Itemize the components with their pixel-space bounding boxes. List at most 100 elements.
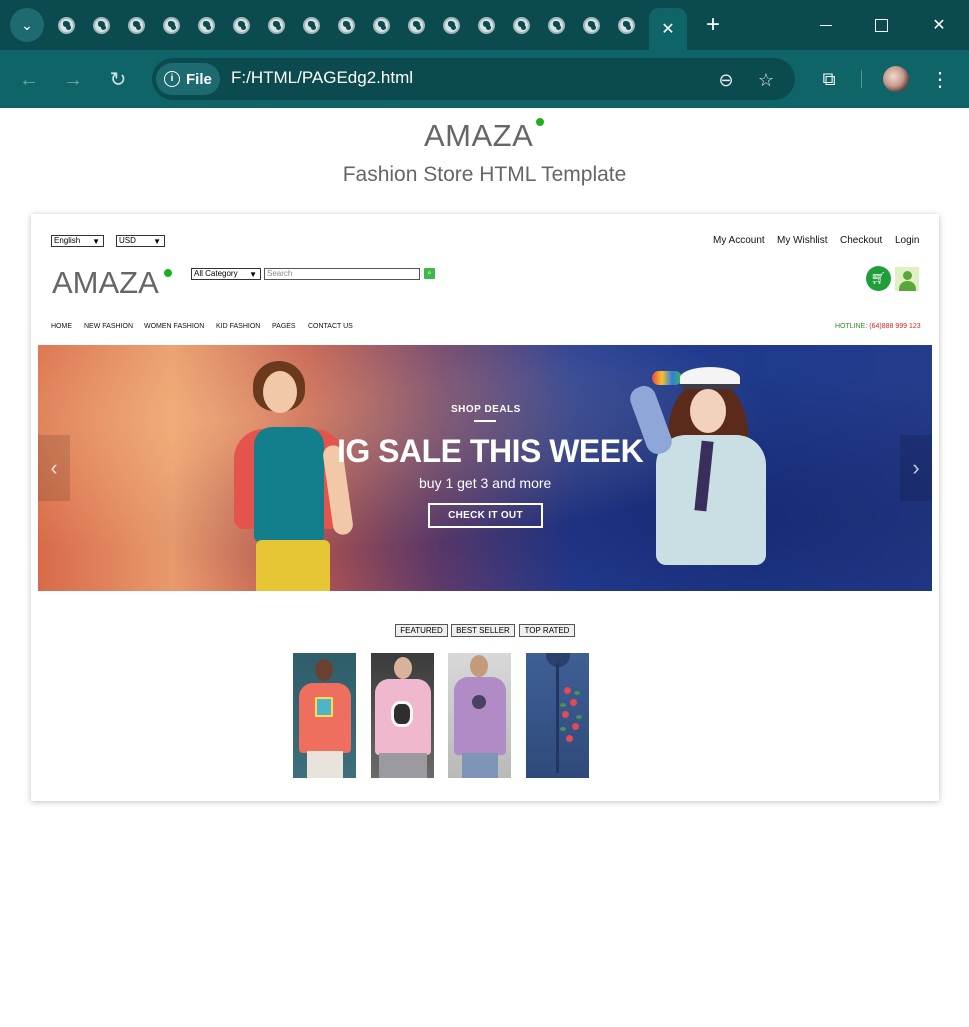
product-card-denim-shirt[interactable] <box>526 653 589 778</box>
embroidery-leaf <box>560 703 566 707</box>
chevron-down-icon: ▼ <box>153 237 161 246</box>
embroidery-leaf <box>574 691 580 695</box>
logo-dot <box>536 118 544 126</box>
product-pants <box>307 751 343 778</box>
product-card-lilac-tee[interactable] <box>448 653 511 778</box>
globe-icon <box>512 16 530 34</box>
globe-icon <box>197 16 215 34</box>
product-jeans <box>462 753 498 778</box>
embroidery-flower <box>572 723 579 730</box>
embroidery-flower <box>570 699 577 706</box>
url-text[interactable]: F:/HTML/PAGEdg2.html <box>231 68 413 88</box>
browser-tab[interactable] <box>541 10 571 40</box>
my-wishlist-link[interactable]: My Wishlist <box>777 235 828 246</box>
globe-icon <box>232 16 250 34</box>
browser-tab[interactable] <box>401 10 431 40</box>
browser-tab[interactable] <box>506 10 536 40</box>
site-info-chip[interactable]: i File <box>156 63 220 95</box>
browser-tab[interactable] <box>611 10 641 40</box>
globe-icon <box>302 16 320 34</box>
nav-pages[interactable]: PAGES <box>272 323 296 330</box>
zoom-out-icon[interactable]: ⊖ <box>712 66 740 94</box>
my-account-link[interactable]: My Account <box>713 235 765 246</box>
active-tab-close-button[interactable]: ✕ <box>649 8 687 50</box>
browser-tab[interactable] <box>296 10 326 40</box>
globe-icon <box>442 16 460 34</box>
bookmark-star-icon[interactable]: ☆ <box>752 66 780 94</box>
tab-featured[interactable]: FEATURED <box>395 624 448 637</box>
browser-tab[interactable] <box>261 10 291 40</box>
product-card-coral-tee[interactable] <box>293 653 356 778</box>
extensions-puzzle-icon[interactable]: ⧉ <box>815 65 843 93</box>
search-input[interactable]: Search <box>264 268 420 280</box>
globe-icon <box>582 16 600 34</box>
tab-best-seller[interactable]: BEST SELLER <box>451 624 515 637</box>
nav-new-fashion[interactable]: NEW FASHION <box>84 323 133 330</box>
cart-button[interactable]: 🛒︎ <box>866 266 891 291</box>
embroidery-leaf <box>576 715 582 719</box>
login-link[interactable]: Login <box>895 235 919 246</box>
hero-banner[interactable]: SHOP DEALS IG SALE THIS WEEK buy 1 get 3… <box>38 345 932 591</box>
profile-avatar[interactable] <box>883 66 909 92</box>
model-right-hat <box>680 367 740 389</box>
globe-icon <box>407 16 425 34</box>
currency-value: USD <box>119 236 136 245</box>
browser-tab[interactable] <box>226 10 256 40</box>
browser-tab[interactable] <box>366 10 396 40</box>
category-value: All Category <box>194 269 238 278</box>
hotline: HOTLINE: (64)888 999 123 <box>835 323 921 330</box>
window-close-button[interactable]: ✕ <box>919 8 959 42</box>
slider-prev-chevron-left-icon[interactable]: ‹ <box>38 435 70 501</box>
minimize-button[interactable] <box>806 8 846 42</box>
globe-icon <box>547 16 565 34</box>
globe-icon <box>477 16 495 34</box>
nav-kid-fashion[interactable]: KID FASHION <box>216 323 260 330</box>
language-value: English <box>54 236 81 245</box>
embroidery-flower <box>566 735 573 742</box>
back-arrow-icon[interactable]: ← <box>15 66 43 94</box>
browser-tab[interactable] <box>436 10 466 40</box>
product-print <box>391 701 413 727</box>
slider-next-chevron-right-icon[interactable]: › <box>900 435 932 501</box>
currency-select[interactable]: USD ▼ <box>116 235 165 247</box>
nav-home[interactable]: HOME <box>51 323 72 330</box>
checkout-link[interactable]: Checkout <box>840 235 882 246</box>
banner-subline: buy 1 get 3 and more <box>419 475 552 491</box>
category-select[interactable]: All Category ▼ <box>191 268 261 280</box>
nav-women-fashion[interactable]: WOMEN FASHION <box>144 323 204 330</box>
model-left-shirt <box>254 427 324 542</box>
browser-menu-icon[interactable]: ⋮ <box>930 66 950 94</box>
browser-tab[interactable] <box>191 10 221 40</box>
product-model-head <box>315 659 333 681</box>
browser-tab[interactable] <box>471 10 501 40</box>
browser-tab[interactable] <box>86 10 116 40</box>
browser-tab[interactable] <box>156 10 186 40</box>
tab-search-button[interactable]: ⌄ <box>10 8 44 42</box>
new-tab-button[interactable]: + <box>700 10 726 40</box>
language-select[interactable]: English ▼ <box>51 235 104 247</box>
page-logo: AMAZA <box>424 118 534 153</box>
store-logo[interactable]: AMAZA <box>52 265 159 301</box>
embroidery-leaf <box>560 727 566 731</box>
search-button[interactable]: ⌕ <box>424 268 435 279</box>
forward-arrow-icon[interactable]: → <box>59 66 87 94</box>
browser-tab[interactable] <box>331 10 361 40</box>
browser-tab[interactable] <box>51 10 81 40</box>
tab-top-rated[interactable]: TOP RATED <box>519 624 575 637</box>
globe-icon <box>127 16 145 34</box>
product-card-pink-tee[interactable] <box>371 653 434 778</box>
hotline-number: (64)888 999 123 <box>869 323 921 330</box>
nav-contact-us[interactable]: CONTACT US <box>308 323 353 330</box>
user-account-button[interactable] <box>895 267 919 291</box>
globe-icon <box>337 16 355 34</box>
globe-icon <box>372 16 390 34</box>
model-left-face <box>263 371 297 413</box>
page-subtitle: Fashion Store HTML Template <box>342 163 627 186</box>
browser-tab[interactable] <box>576 10 606 40</box>
check-it-out-button[interactable]: CHECK IT OUT <box>428 503 543 528</box>
browser-tab[interactable] <box>121 10 151 40</box>
info-icon: i <box>164 71 180 87</box>
reload-icon[interactable]: ↻ <box>104 66 132 94</box>
cart-icon: 🛒︎ <box>870 271 887 285</box>
maximize-button[interactable] <box>861 8 901 42</box>
